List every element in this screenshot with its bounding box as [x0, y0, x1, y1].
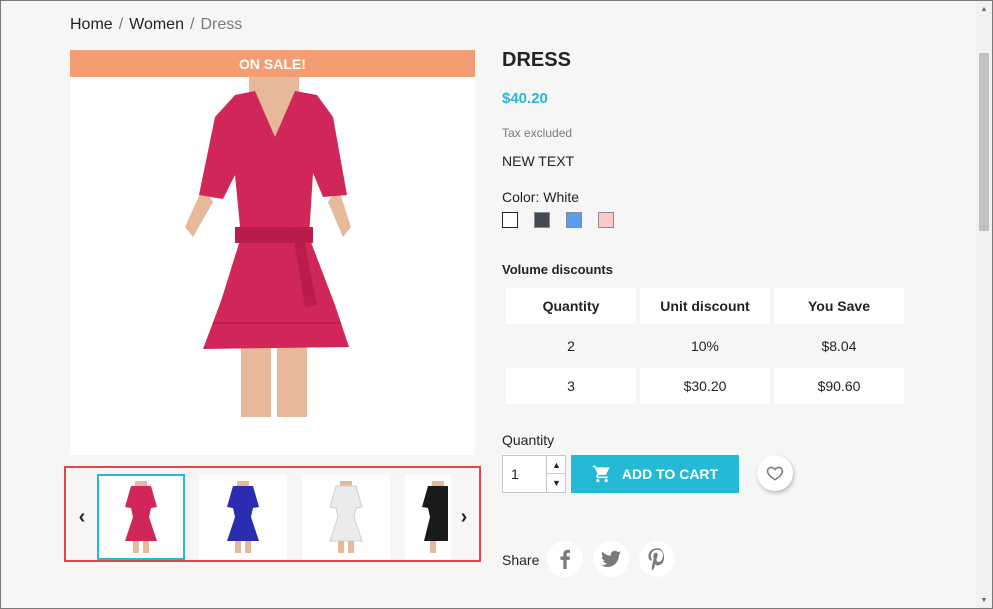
- product-main-image[interactable]: [70, 77, 475, 455]
- add-to-cart-button[interactable]: ADD TO CART: [571, 455, 739, 493]
- add-to-cart-label: ADD TO CART: [621, 466, 719, 482]
- thumbnail-white-dress[interactable]: [302, 474, 390, 560]
- facebook-share-button[interactable]: [547, 541, 583, 577]
- scroll-up-arrow-icon[interactable]: ▲: [976, 1, 992, 17]
- table-cell: 10%: [640, 328, 770, 364]
- tax-note: Tax excluded: [502, 126, 573, 140]
- heart-icon: [766, 466, 784, 481]
- thumbnail-red-dress[interactable]: [97, 474, 185, 560]
- dress-image: [184, 77, 351, 417]
- breadcrumb-separator: /: [118, 16, 124, 33]
- table-cell: 2: [506, 328, 636, 364]
- table-row: 2 10% $8.04: [506, 328, 904, 364]
- scroll-down-arrow-icon[interactable]: ▼: [976, 592, 992, 608]
- table-cell: $90.60: [774, 368, 904, 404]
- breadcrumb-current: Dress: [200, 16, 243, 33]
- column-header-quantity: Quantity: [506, 288, 636, 324]
- chevron-down-icon[interactable]: ▼: [546, 474, 566, 492]
- color-label: Color: White: [502, 189, 580, 205]
- thumbnail-carousel: ‹ ›: [64, 466, 481, 562]
- chevron-up-icon[interactable]: ▲: [546, 456, 566, 474]
- product-title: DRESS: [502, 49, 571, 71]
- quantity-input[interactable]: [503, 456, 546, 492]
- thumbnail-blue-dress[interactable]: [199, 474, 287, 560]
- twitter-share-button[interactable]: [593, 541, 629, 577]
- breadcrumb: Home / Women / Dress: [70, 16, 242, 34]
- shopping-cart-icon: [592, 465, 610, 483]
- pinterest-share-button[interactable]: [639, 541, 675, 577]
- product-extra-text: NEW TEXT: [502, 153, 575, 169]
- scroll-thumb[interactable]: [979, 53, 989, 231]
- breadcrumb-home[interactable]: Home: [70, 16, 113, 34]
- table-row: 3 $30.20 $90.60: [506, 368, 904, 404]
- table-cell: $30.20: [640, 368, 770, 404]
- color-swatch-grey[interactable]: [534, 212, 550, 228]
- thumbnail-image: [422, 481, 448, 553]
- quantity-stepper: ▲ ▼: [502, 455, 566, 493]
- thumbnail-image: [125, 481, 157, 553]
- column-header-unit-discount: Unit discount: [640, 288, 770, 324]
- volume-discounts-title: Volume discounts: [502, 262, 613, 277]
- table-cell: 3: [506, 368, 636, 404]
- product-price: $40.20: [502, 90, 548, 107]
- thumbnail-image: [329, 481, 363, 553]
- thumbnail-black-dress[interactable]: [405, 474, 451, 560]
- color-swatch-blue[interactable]: [566, 212, 582, 228]
- column-header-you-save: You Save: [774, 288, 904, 324]
- color-swatch-white[interactable]: [502, 212, 518, 228]
- table-cell: $8.04: [774, 328, 904, 364]
- on-sale-flag: ON SALE!: [70, 50, 475, 77]
- chevron-left-icon[interactable]: ‹: [72, 504, 92, 530]
- wishlist-button[interactable]: [757, 455, 793, 491]
- volume-discounts-table: Quantity Unit discount You Save 2 10% $8…: [502, 284, 908, 408]
- twitter-icon: [601, 550, 621, 567]
- breadcrumb-separator: /: [189, 16, 195, 33]
- color-swatch-pink[interactable]: [598, 212, 614, 228]
- vertical-scrollbar[interactable]: ▲ ▼: [976, 1, 992, 608]
- share-label: Share: [502, 552, 540, 568]
- pinterest-icon: [648, 548, 665, 570]
- chevron-right-icon[interactable]: ›: [454, 504, 474, 530]
- quantity-label: Quantity: [502, 432, 555, 448]
- facebook-icon: [560, 549, 570, 569]
- breadcrumb-women[interactable]: Women: [129, 16, 184, 34]
- thumbnail-image: [227, 481, 259, 553]
